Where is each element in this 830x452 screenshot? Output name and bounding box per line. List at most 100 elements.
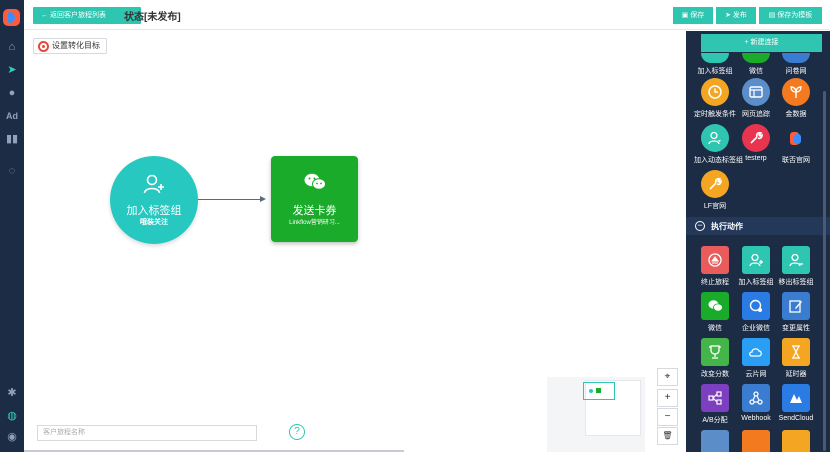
component-panel: + 新建连接 加入标签组 微信 问卷网 定时触发条件 网页追踪 金数据 加入动态… (686, 31, 830, 452)
user-icon[interactable]: ● (0, 86, 24, 100)
node-subtitle: 哦装关注 (140, 219, 168, 226)
settings-icon[interactable]: ✱ (0, 386, 24, 400)
cloud-icon (701, 430, 729, 452)
node-title: 加入标签组 (126, 205, 182, 217)
left-nav: ⌂ ➤ ● Ad ▮▮ ◌ ✱ ◍ ◉ (0, 0, 24, 452)
save-as-template-button[interactable]: ▤ 保存为模板 (759, 7, 822, 24)
tile-wechat[interactable]: 微信 (694, 292, 736, 333)
tile-label: LF官网 (703, 203, 727, 210)
minimap[interactable] (547, 377, 645, 452)
wechat-icon (701, 292, 729, 320)
journey-canvas[interactable]: 设置转化目标 加入标签组 哦装关注 发送卡券 Linkflow营销研习... ⌖… (24, 31, 689, 452)
publish-button[interactable]: ➤ 发布 (716, 7, 756, 24)
help-icon[interactable]: ? (289, 424, 305, 440)
edit-icon (782, 292, 810, 320)
bottom-bar: 客户旅程名称 ? (24, 417, 305, 452)
bell-icon (782, 430, 810, 452)
section-title: 执行动作 (711, 222, 743, 231)
tile-label: SendCloud (778, 415, 814, 422)
tile-dynamic-tag-group[interactable]: 加入动态标签组 (694, 124, 743, 165)
node-subtitle: Linkflow营销研习... (289, 220, 340, 226)
send-icon[interactable]: ➤ (0, 63, 24, 77)
tile-partial-wechat[interactable]: 微信 (735, 53, 777, 76)
chart-icon[interactable]: ▮▮ (0, 132, 24, 146)
journey-name-input[interactable]: 客户旅程名称 (37, 425, 257, 441)
tile-label: 延时器 (785, 371, 807, 378)
home-icon[interactable]: ⌂ (0, 40, 24, 54)
node-send-coupon[interactable]: 发送卡券 Linkflow营销研习... (271, 156, 358, 242)
tile-change-attribute[interactable]: 变更属性 (775, 292, 817, 333)
tile-label: 联否官网 (782, 157, 810, 164)
fit-view-button[interactable]: ⌖ (657, 368, 678, 386)
template-icon: ▤ (768, 12, 778, 19)
tile-add-tag-group[interactable]: 加入标签组 (735, 246, 777, 287)
save-button[interactable]: ▣ 保存 (673, 7, 713, 24)
avatar[interactable]: ◉ (0, 430, 24, 444)
ad-icon[interactable]: Ad (0, 109, 24, 123)
set-goal-label: 设置转化目标 (52, 41, 100, 50)
tile-label: 企业微信 (742, 325, 770, 332)
tile-delay[interactable]: 延时器 (775, 338, 817, 379)
delete-button[interactable]: 🗑 (657, 427, 678, 445)
tile-label: 终止旅程 (701, 279, 729, 286)
tile-label: testerp (745, 155, 767, 162)
node-add-tag-group[interactable]: 加入标签组 哦装关注 (110, 156, 198, 244)
send-icon: ➤ (725, 12, 733, 19)
brand-logo-icon[interactable] (3, 9, 20, 26)
eject-icon (701, 246, 729, 274)
tile-label: A/B分配 (702, 417, 728, 424)
tile-timer-trigger[interactable]: 定时触发条件 (694, 78, 736, 119)
chat-icon[interactable]: ◌ (0, 164, 24, 178)
tile-label: 加入标签组 (738, 279, 774, 286)
tile-cloud[interactable] (694, 430, 736, 452)
tile-bell[interactable] (775, 430, 817, 452)
tile-label: 加入动态标签组 (694, 157, 743, 164)
cloud-icon (742, 338, 770, 366)
collapse-icon[interactable]: − (695, 221, 705, 231)
tile-sendcloud[interactable]: SendCloud (775, 384, 817, 422)
tile-brand-site[interactable]: 联否官网 (775, 124, 817, 165)
tile-label: 变更属性 (782, 325, 810, 332)
brand-logo-icon (782, 124, 810, 152)
tile-label: 问卷网 (785, 68, 807, 75)
tile-label: 微信 (749, 68, 763, 75)
tile-jinshuju[interactable]: 金数据 (775, 78, 817, 119)
tile-webhook[interactable]: Webhook (735, 384, 777, 422)
chat-icon (742, 292, 770, 320)
connector-arrow[interactable] (198, 196, 266, 202)
webhook-icon (742, 384, 770, 412)
tile-remove-tag-group[interactable]: 移出标签组 (775, 246, 817, 287)
tile-stack[interactable] (735, 430, 777, 452)
tile-wework[interactable]: 企业微信 (735, 292, 777, 333)
sendcloud-icon (782, 384, 810, 412)
tile-label: 金数据 (785, 111, 807, 118)
zoom-in-button[interactable]: + (657, 389, 678, 407)
set-goal-button[interactable]: 设置转化目标 (33, 38, 107, 54)
section-header-actions[interactable]: − 执行动作 (686, 217, 830, 235)
wechat-icon (304, 173, 326, 190)
user-add-icon (701, 53, 729, 63)
save-label: 保存 (690, 12, 705, 19)
message-icon[interactable]: ◍ (0, 409, 24, 423)
clock-icon (701, 78, 729, 106)
tile-partial-add-tag-group[interactable]: 加入标签组 (694, 53, 736, 76)
tile-yunpian[interactable]: 云片网 (735, 338, 777, 379)
tile-change-score[interactable]: 改变分数 (694, 338, 736, 379)
new-connection-button[interactable]: + 新建连接 (701, 34, 822, 52)
tile-label: 移出标签组 (778, 279, 814, 286)
tile-label: 云片网 (745, 371, 767, 378)
survey-icon (782, 53, 810, 63)
page-title: 状态[未发布] (124, 12, 181, 23)
save-icon: ▣ (681, 12, 691, 19)
panel-scrollbar[interactable] (823, 91, 826, 451)
tile-web-tracking[interactable]: 网页追踪 (735, 78, 777, 119)
split-icon (701, 384, 729, 412)
stack-icon (742, 430, 770, 452)
tile-end-journey[interactable]: 终止旅程 (694, 246, 736, 287)
zoom-out-button[interactable]: − (657, 408, 678, 426)
tile-lf-site[interactable]: LF官网 (694, 170, 736, 211)
tile-ab-split[interactable]: A/B分配 (694, 384, 736, 425)
tile-partial-wenjuan[interactable]: 问卷网 (775, 53, 817, 76)
tile-testerp[interactable]: testerp (735, 124, 777, 162)
node-title: 发送卡券 (292, 205, 337, 217)
